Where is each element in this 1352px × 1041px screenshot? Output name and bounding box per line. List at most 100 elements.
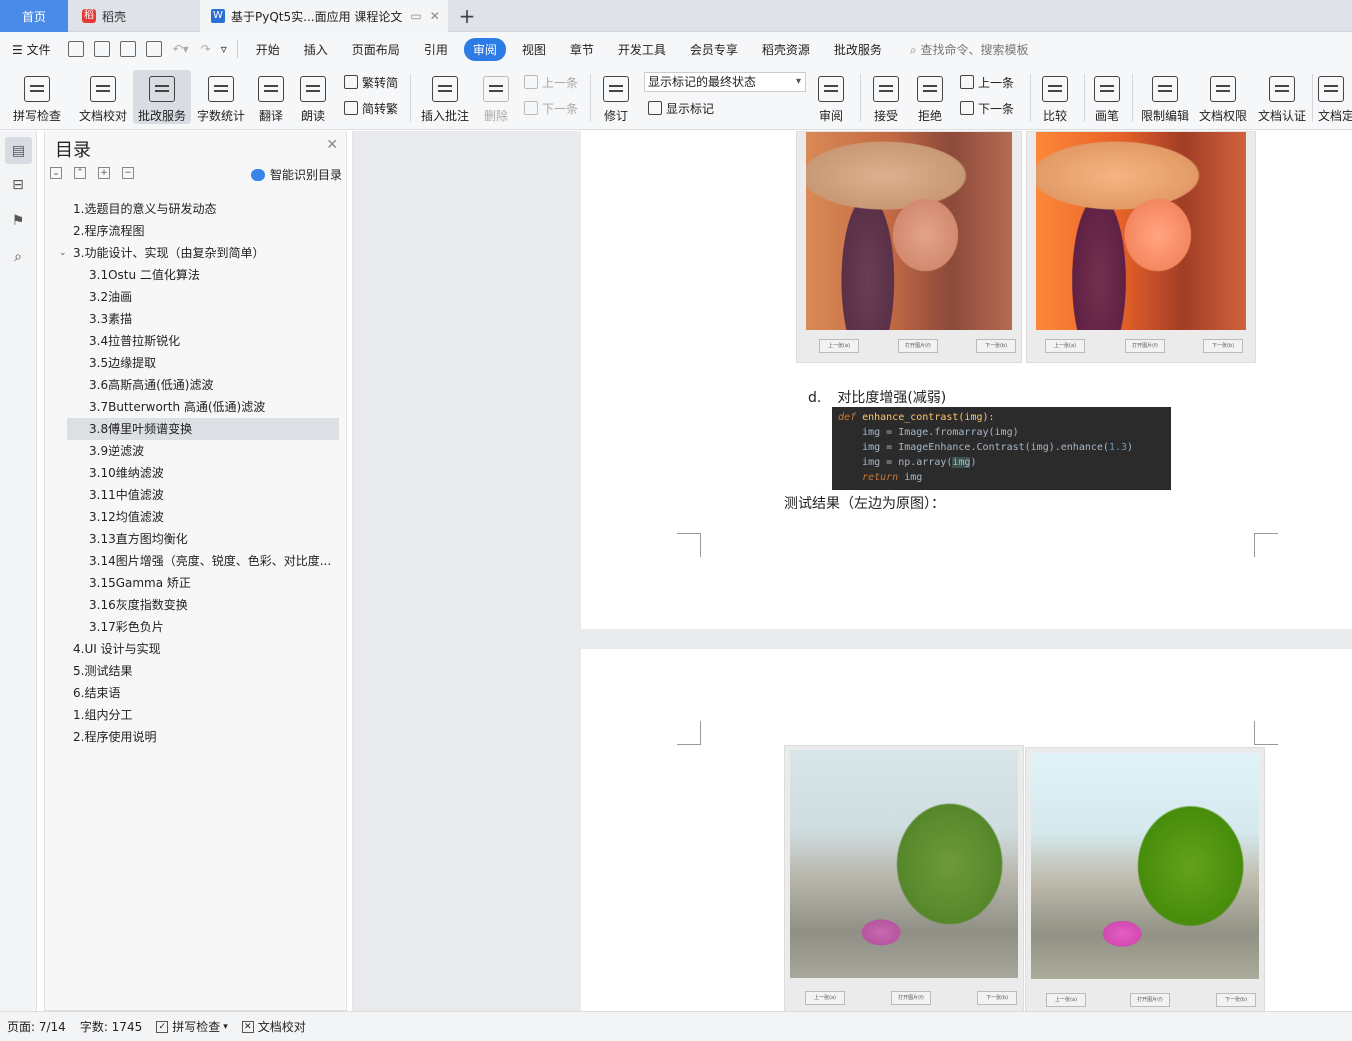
toc-item[interactable]: 3.16灰度指数变换 <box>67 594 339 616</box>
word-count-indicator[interactable]: 字数: 1745 <box>73 1018 149 1035</box>
prev-change-button[interactable]: 上一条 <box>960 72 1014 92</box>
proofread-label: 文档校对 <box>78 109 127 123</box>
toc-item[interactable]: 3.4拉普拉斯锐化 <box>67 330 339 352</box>
page-indicator[interactable]: 页面: 7/14 <box>0 1018 73 1035</box>
simp-to-trad-button[interactable]: 简转繁 <box>344 98 398 118</box>
next-change-icon <box>960 101 974 115</box>
prev-comment-button[interactable]: 上一条 <box>524 72 578 92</box>
menu-daoke-resources[interactable]: 稻壳资源 <box>750 41 822 58</box>
file-menu[interactable]: ☰ 文件 <box>0 41 63 58</box>
menu-references[interactable]: 引用 <box>412 41 460 58</box>
toc-item[interactable]: 3.2油画 <box>67 286 339 308</box>
toc-item[interactable]: 3.17彩色负片 <box>67 616 339 638</box>
toc-item[interactable]: 3.11中值滤波 <box>67 484 339 506</box>
toc-item[interactable]: 3.9逆滤波 <box>67 440 339 462</box>
chapter-nav-icon[interactable]: ⊟ <box>8 175 28 195</box>
expand-up-icon[interactable]: ⌃ <box>74 167 86 179</box>
code-line: img = Image.fromarray(img) <box>838 427 1019 438</box>
close-icon[interactable]: ✕ <box>430 9 440 23</box>
toc-item[interactable]: 3.14图片增强（亮度、锐度、色彩、对比度... <box>67 550 339 572</box>
show-markup-button[interactable]: 显示标记 <box>648 98 714 118</box>
translate-button[interactable]: 翻译 <box>252 70 290 124</box>
bookmark-icon[interactable]: ⚑ <box>8 211 28 231</box>
status-spell-check[interactable]: ✓ 拼写检查 ▾ <box>149 1018 235 1035</box>
accept-button[interactable]: 接受 <box>868 70 904 124</box>
remove-heading-icon[interactable]: − <box>122 167 134 179</box>
toc-item[interactable]: 3.1Ostu 二值化算法 <box>67 264 339 286</box>
doc-permission-button[interactable]: 文档权限 <box>1196 70 1250 124</box>
search-icon[interactable]: ⌕ <box>8 247 28 267</box>
figure-open-button: 打开图片(f) <box>891 991 931 1005</box>
toc-item-selected[interactable]: 3.8傅里叶频谱变换 <box>67 418 339 440</box>
undo-icon[interactable]: ↶▾ <box>167 42 195 56</box>
toc-item[interactable]: 4.UI 设计与实现 <box>67 638 339 660</box>
doc-finalize-button[interactable]: 文档定 <box>1318 70 1352 124</box>
toc-item[interactable]: 6.结束语 <box>67 682 339 704</box>
track-changes-button[interactable]: 修订 <box>598 70 634 124</box>
spell-check-button[interactable]: 拼写检查 <box>6 70 68 124</box>
toc-item[interactable]: 1.组内分工 <box>67 704 339 726</box>
menu-correction-service[interactable]: 批改服务 <box>822 41 894 58</box>
doc-certify-button[interactable]: 文档认证 <box>1254 70 1310 124</box>
next-comment-button[interactable]: 下一条 <box>524 98 578 118</box>
toc-item[interactable]: 3.5边缘提取 <box>67 352 339 374</box>
print-icon[interactable] <box>119 41 136 57</box>
status-proofread[interactable]: ✕ 文档校对 <box>235 1018 313 1035</box>
menu-layout[interactable]: 页面布局 <box>340 41 412 58</box>
toc-item[interactable]: 3.3素描 <box>67 308 339 330</box>
print-preview-icon[interactable] <box>145 41 162 57</box>
toc-item[interactable]: 2.程序流程图 <box>67 220 339 242</box>
command-search[interactable]: ⌕ 查找命令、搜索模板 <box>894 41 1041 58</box>
add-heading-icon[interactable]: + <box>98 167 110 179</box>
toc-item[interactable]: 3.功能设计、实现（由复杂到简单） ⌄ <box>59 242 339 264</box>
menu-view[interactable]: 视图 <box>510 41 558 58</box>
menu-review[interactable]: 审阅 <box>463 37 506 61</box>
menu-developer[interactable]: 开发工具 <box>606 41 678 58</box>
menu-section[interactable]: 章节 <box>558 41 606 58</box>
restrict-editing-button[interactable]: 限制编辑 <box>1138 70 1192 124</box>
quick-access-dropdown-icon[interactable]: ▿ <box>217 42 231 56</box>
toc-item[interactable]: 3.6高斯高通(低通)滤波 <box>67 374 339 396</box>
read-aloud-button[interactable]: 朗读 <box>296 70 330 124</box>
smart-toc-button[interactable]: 智能识别目录 <box>250 166 342 183</box>
toc-item[interactable]: 5.测试结果 <box>67 660 339 682</box>
markup-state-select[interactable]: 显示标记的最终状态 <box>644 72 806 92</box>
insert-comment-button[interactable]: 插入批注 <box>418 70 472 124</box>
add-tab-button[interactable]: + <box>452 0 482 32</box>
collapse-all-icon[interactable]: ⌄ <box>50 167 62 179</box>
compare-button[interactable]: 比较 <box>1036 70 1074 124</box>
menu-insert[interactable]: 插入 <box>292 41 340 58</box>
toc-panel-icon[interactable]: ▤ <box>5 137 32 164</box>
correction-service-button[interactable]: 批改服务 <box>133 70 191 124</box>
close-icon[interactable]: ✕ <box>326 137 338 153</box>
toc-item[interactable]: 2.程序使用说明 <box>67 726 339 748</box>
toc-item[interactable]: 1.选题目的意义与研发动态 <box>67 198 339 220</box>
word-count-button[interactable]: 字数统计 <box>194 70 248 124</box>
review-pane-button[interactable]: 审阅 <box>812 70 850 124</box>
tab-daoke[interactable]: 稻稻壳 <box>70 0 198 32</box>
document-area[interactable]: 上一张(a) 打开图片(f) 下一张(b) 上一张(a) 打开图片(f) 下一张… <box>353 131 1352 1011</box>
chevron-down-icon[interactable]: ⌄ <box>59 242 67 264</box>
tab-document[interactable]: W 基于PyQt5实...面应用 课程论文 ▭ ✕ <box>200 0 448 32</box>
tab-home[interactable]: 首页 <box>0 0 68 32</box>
doc-proofread-button[interactable]: 文档校对 <box>74 70 132 124</box>
save-icon[interactable] <box>67 41 84 57</box>
toc-item[interactable]: 3.15Gamma 矫正 <box>67 572 339 594</box>
export-icon[interactable] <box>93 41 110 57</box>
toc-item[interactable]: 3.12均值滤波 <box>67 506 339 528</box>
pen-button[interactable]: 画笔 <box>1090 70 1124 124</box>
trad-to-simp-button[interactable]: 繁转简 <box>344 72 398 92</box>
reject-button[interactable]: 拒绝 <box>912 70 948 124</box>
figure-street-result: 上一张(a) 打开图片(f) 下一张(b) <box>1025 747 1265 1011</box>
redo-icon[interactable]: ↷ <box>195 42 217 56</box>
toc-item[interactable]: 3.10维纳滤波 <box>67 462 339 484</box>
toc-item[interactable]: 3.7Butterworth 高通(低通)滤波 <box>67 396 339 418</box>
next-change-button[interactable]: 下一条 <box>960 98 1014 118</box>
status-proofread-label: 文档校对 <box>257 1020 306 1034</box>
reject-label: 拒绝 <box>917 109 942 123</box>
tab-monitor-icon[interactable]: ▭ <box>410 9 421 23</box>
toc-item[interactable]: 3.13直方图均衡化 <box>67 528 339 550</box>
menu-start[interactable]: 开始 <box>244 41 292 58</box>
menu-member[interactable]: 会员专享 <box>678 41 750 58</box>
delete-comment-button[interactable]: 删除 <box>478 70 514 124</box>
